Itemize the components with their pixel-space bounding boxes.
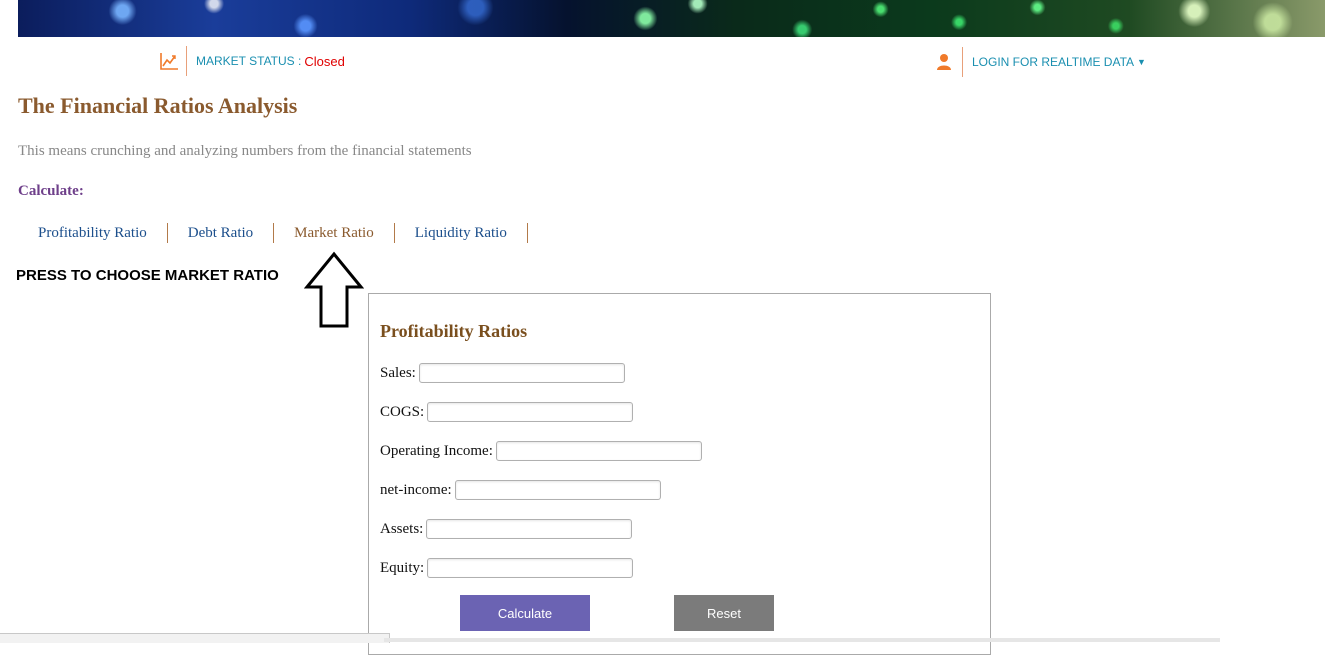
ratio-tabs: Profitability Ratio Debt Ratio Market Ra… [18, 222, 528, 244]
calculate-button[interactable]: Calculate [460, 595, 590, 631]
login-dropdown[interactable]: LOGIN FOR REALTIME DATA ▼ [935, 46, 1146, 78]
operating-income-label: Operating Income: [380, 442, 493, 459]
form-title: Profitability Ratios [380, 321, 528, 341]
tab-debt-ratio[interactable]: Debt Ratio [168, 223, 275, 243]
assets-row: Assets: [380, 517, 633, 541]
up-arrow-icon [304, 251, 364, 328]
horizontal-scrollbar[interactable] [384, 638, 1220, 642]
page-title: The Financial Ratios Analysis [18, 93, 298, 118]
header-banner-image [18, 0, 1325, 37]
market-status-label: MARKET STATUS : [196, 54, 302, 68]
calculate-label: Calculate: [18, 183, 84, 199]
tab-market-ratio[interactable]: Market Ratio [274, 223, 395, 243]
caret-down-icon[interactable]: ▼ [1137, 57, 1146, 67]
equity-input[interactable] [427, 558, 634, 578]
net-income-label: net-income: [380, 481, 452, 498]
cogs-label: COGS: [380, 403, 425, 420]
net-income-row: net-income: [380, 478, 661, 502]
reset-button[interactable]: Reset [674, 595, 774, 631]
sales-label: Sales: [380, 364, 416, 381]
tab-liquidity-ratio[interactable]: Liquidity Ratio [395, 223, 528, 243]
net-income-input[interactable] [454, 480, 661, 500]
line-chart-icon [159, 51, 179, 71]
assets-input[interactable] [426, 519, 633, 539]
equity-label: Equity: [380, 559, 425, 576]
annotation-text: PRESS TO CHOOSE MARKET RATIO [16, 267, 279, 284]
cogs-row: COGS: [380, 400, 634, 424]
user-icon [935, 52, 955, 72]
sales-input[interactable] [418, 363, 625, 383]
tab-profitability-ratio[interactable]: Profitability Ratio [18, 223, 168, 243]
login-link[interactable]: LOGIN FOR REALTIME DATA [972, 55, 1134, 69]
equity-row: Equity: [380, 556, 634, 580]
divider [962, 47, 963, 77]
cogs-input[interactable] [427, 402, 634, 422]
market-status-value: Closed [304, 53, 345, 69]
assets-label: Assets: [380, 520, 424, 537]
page-subtitle: This means crunching and analyzing numbe… [18, 143, 472, 159]
divider [186, 46, 187, 76]
profitability-form-panel: Profitability Ratios Sales: COGS: Operat… [368, 293, 991, 655]
operating-income-row: Operating Income: [380, 439, 702, 463]
operating-income-input[interactable] [495, 441, 702, 461]
sales-row: Sales: [380, 361, 625, 385]
market-status: MARKET STATUS : Closed [159, 45, 345, 77]
